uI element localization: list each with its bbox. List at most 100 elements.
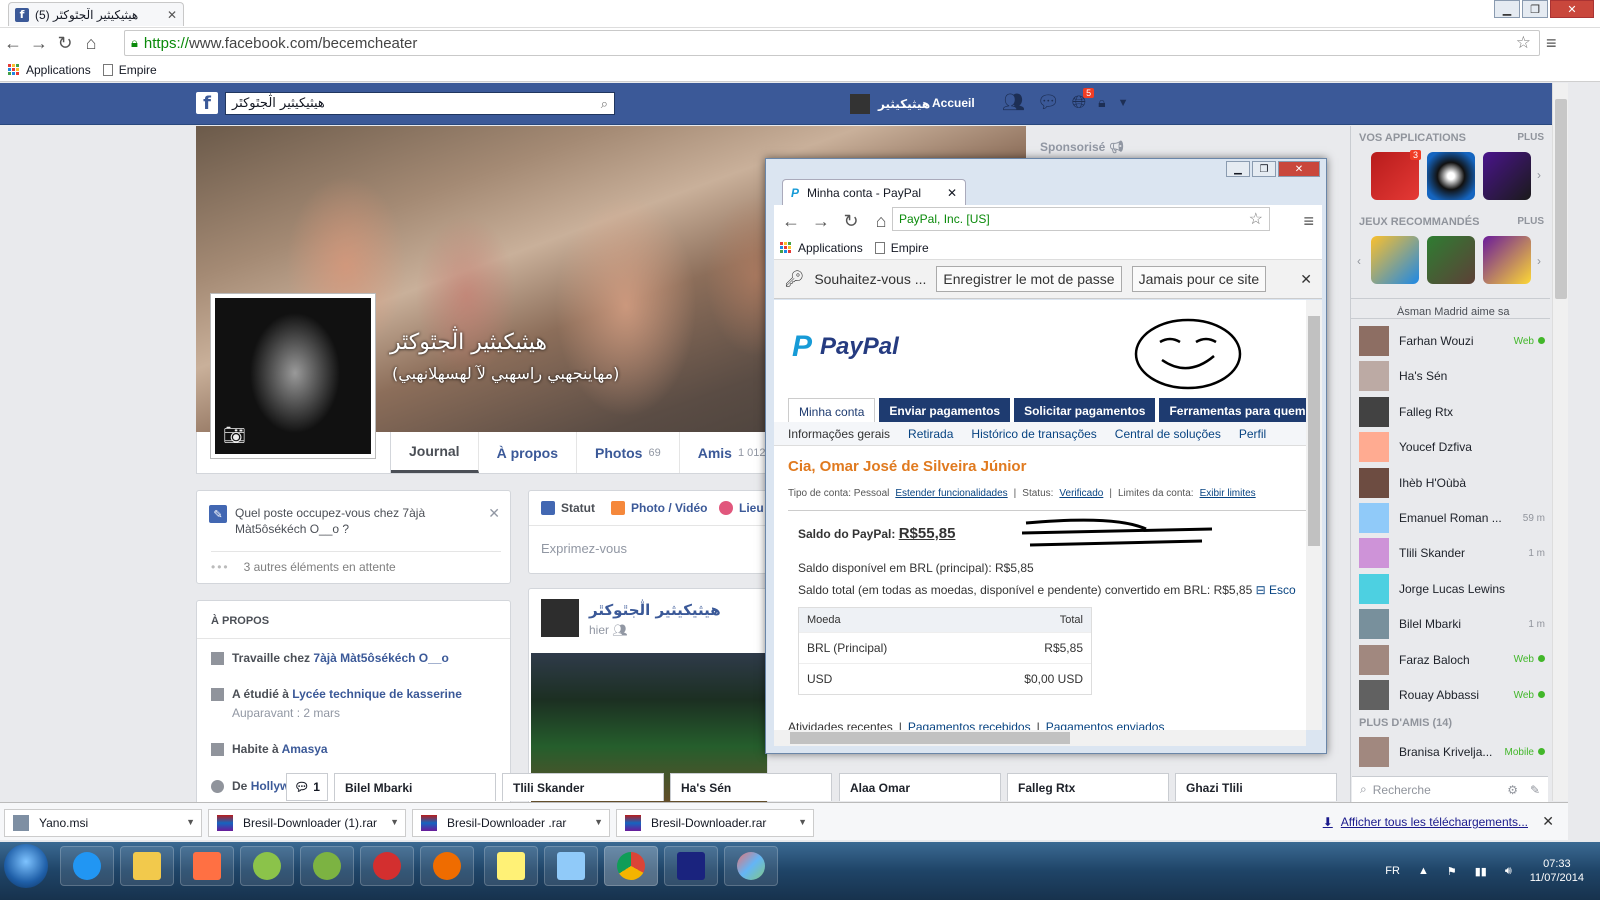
popup-vertical-scrollbar[interactable] <box>1306 300 1322 730</box>
chrome-menu-icon[interactable]: ≡ <box>1546 33 1557 54</box>
taskbar-paint[interactable] <box>724 846 778 886</box>
chat-tab[interactable]: Ha's Sén <box>670 773 832 801</box>
download-item[interactable]: Yano.msi ▼ <box>4 809 202 837</box>
download-item[interactable]: Bresil-Downloader .rar ▼ <box>412 809 610 837</box>
contact-row[interactable]: Youcef Dzfiva <box>1359 431 1545 463</box>
taskbar-notes[interactable] <box>484 846 538 886</box>
bookmark-empire[interactable]: Empire <box>874 241 929 255</box>
never-save-button[interactable]: Jamais pour ce site <box>1131 266 1267 292</box>
contact-row[interactable]: Faraz Baloch Web <box>1359 644 1545 676</box>
post-author[interactable]: هيثيكيثير اڷجٿوكٿر <box>589 601 721 619</box>
taskbar-media[interactable] <box>180 846 234 886</box>
subnav-item[interactable]: Informações gerais <box>788 427 890 441</box>
tab-ferramentas[interactable]: Ferramentas para quem <box>1159 398 1306 425</box>
ticker-item[interactable]: Ásman Madrid aime sa <box>1397 306 1547 316</box>
notifications-icon[interactable]: 🌐︎ 5 <box>1072 88 1095 113</box>
taskbar-downloader[interactable] <box>300 846 354 886</box>
scrollbar-thumb[interactable] <box>1308 316 1320 546</box>
action-center-icon[interactable]: ⚑ <box>1447 865 1457 878</box>
taskbar-chrome[interactable] <box>604 846 658 886</box>
chevron-down-icon[interactable]: ▼ <box>1118 97 1129 109</box>
close-tab-icon[interactable]: ✕ <box>167 8 177 22</box>
facebook-logo-icon[interactable]: f <box>196 92 218 114</box>
forward-arrow-icon[interactable]: → <box>808 208 834 234</box>
chevron-down-icon[interactable]: ▼ <box>594 817 603 827</box>
avatar[interactable] <box>541 599 579 637</box>
job-question[interactable]: Quel poste occupez-vous chez 7àjà Màt5ôs… <box>235 505 475 537</box>
tab-solicitar[interactable]: Solicitar pagamentos <box>1014 398 1156 425</box>
search-icon[interactable]: ⌕ <box>601 96 608 112</box>
chat-search-input[interactable]: ⌕ Recherche ⚙ ✎ <box>1352 776 1548 802</box>
paypal-logo[interactable]: P PayPal <box>792 330 899 364</box>
chevron-left-icon[interactable]: ‹ <box>1357 254 1361 268</box>
home-icon[interactable]: ⌂ <box>78 30 104 56</box>
sent-payments-link[interactable]: Pagamentos enviados <box>1046 720 1165 730</box>
composer-tab-place[interactable]: Lieu <box>719 501 764 515</box>
close-tab-icon[interactable]: ✕ <box>947 186 957 200</box>
chat-overflow-button[interactable]: 💬︎ 1 <box>286 773 328 801</box>
header-profile-link[interactable]: هيثيكيثير <box>850 94 930 114</box>
received-payments-link[interactable]: Pagamentos recebidos <box>908 720 1031 730</box>
apps-more-link[interactable]: PLUS <box>1517 132 1544 143</box>
composer-tab-photo[interactable]: Photo / Vidéo <box>611 501 707 515</box>
forward-arrow-icon[interactable]: → <box>26 30 52 56</box>
minimize-button[interactable]: ▁ <box>1494 0 1520 18</box>
tab-paypal[interactable]: P Minha conta - PayPal ✕ <box>782 179 966 205</box>
contact-row[interactable]: Falleg Rtx <box>1359 396 1545 428</box>
status-input[interactable]: Exprimez-vous <box>541 541 627 556</box>
tray-up-arrow-icon[interactable]: ▲ <box>1418 865 1429 877</box>
taskbar-app2[interactable] <box>544 846 598 886</box>
volume-icon[interactable]: 🔊︎ <box>1505 865 1512 878</box>
chrome-menu-icon[interactable]: ≡ <box>1303 211 1314 232</box>
bookmark-empire[interactable]: Empire <box>102 63 157 77</box>
save-password-button[interactable]: Enregistrer le mot de passe <box>936 266 1122 292</box>
limits-link[interactable]: Exibir limites <box>1200 488 1256 499</box>
clock[interactable]: 07:33 11/07/2014 <box>1530 857 1584 885</box>
subnav-item[interactable]: Histórico de transações <box>971 427 1096 441</box>
bookmark-applications[interactable]: Applications <box>8 63 91 77</box>
language-indicator[interactable]: FR <box>1385 865 1400 877</box>
chevron-down-icon[interactable]: ▼ <box>186 817 195 827</box>
start-button[interactable] <box>4 844 48 888</box>
home-link[interactable]: Accueil <box>932 96 975 110</box>
star-icon[interactable]: ☆ <box>1249 209 1263 229</box>
download-item[interactable]: Bresil-Downloader (1).rar ▼ <box>208 809 406 837</box>
about-header[interactable]: À PROPOS <box>211 615 269 627</box>
download-item[interactable]: Bresil-Downloader.rar ▼ <box>616 809 814 837</box>
subnav-item[interactable]: Retirada <box>908 427 953 441</box>
close-window-button[interactable]: ✕ <box>1550 0 1594 18</box>
tab-photos[interactable]: Photos 69 <box>577 432 680 473</box>
show-all-downloads-link[interactable]: ⬇ Afficher tous les téléchargements... <box>1323 815 1528 829</box>
address-bar[interactable]: 🔒︎ https://www.facebook.com/becemcheater… <box>124 30 1540 56</box>
reload-icon[interactable]: ↻ <box>52 30 78 56</box>
home-icon[interactable]: ⌂ <box>868 208 894 234</box>
maximize-button[interactable]: ❐ <box>1522 0 1548 18</box>
chevron-right-icon[interactable]: › <box>1537 254 1541 268</box>
scrollbar-thumb[interactable] <box>1555 99 1567 299</box>
network-icon[interactable]: ▮▮ <box>1475 865 1487 878</box>
chevron-down-icon[interactable]: ▼ <box>390 817 399 827</box>
taskbar-netbeans[interactable] <box>664 846 718 886</box>
bookmark-applications[interactable]: Applications <box>780 241 863 255</box>
profile-picture[interactable]: 📷︎ <box>210 293 376 459</box>
extend-link[interactable]: Estender funcionalidades <box>895 488 1007 499</box>
gear-icon[interactable]: ⚙ <box>1507 783 1518 797</box>
school-link[interactable]: Lycée technique de kasserine <box>292 687 462 701</box>
contact-row[interactable]: Rouay Abbassi Web <box>1359 679 1545 711</box>
contact-row[interactable]: Farhan Wouzi Web <box>1359 325 1545 357</box>
page-scrollbar[interactable] <box>1552 83 1568 801</box>
tab-journal[interactable]: Journal <box>391 432 479 473</box>
chat-tab[interactable]: Alaa Omar <box>839 773 1001 801</box>
slots-app-icon[interactable] <box>1483 152 1531 200</box>
chat-tab[interactable]: Bilel Mbarki <box>334 773 496 801</box>
minimize-button[interactable]: ▁ <box>1226 161 1250 177</box>
game-jetpack-icon[interactable] <box>1371 236 1419 284</box>
taskbar-app[interactable] <box>240 846 294 886</box>
facebook-search-input[interactable]: هيثيكيثير اڷجٿوكٿر ⌕ <box>225 92 615 115</box>
back-arrow-icon[interactable]: ← <box>778 208 804 234</box>
close-window-button[interactable]: ✕ <box>1278 161 1320 177</box>
taskbar-explorer[interactable] <box>120 846 174 886</box>
maximize-button[interactable]: ❐ <box>1252 161 1276 177</box>
subnav-item[interactable]: Perfil <box>1239 427 1266 441</box>
taskbar-firefox[interactable] <box>420 846 474 886</box>
